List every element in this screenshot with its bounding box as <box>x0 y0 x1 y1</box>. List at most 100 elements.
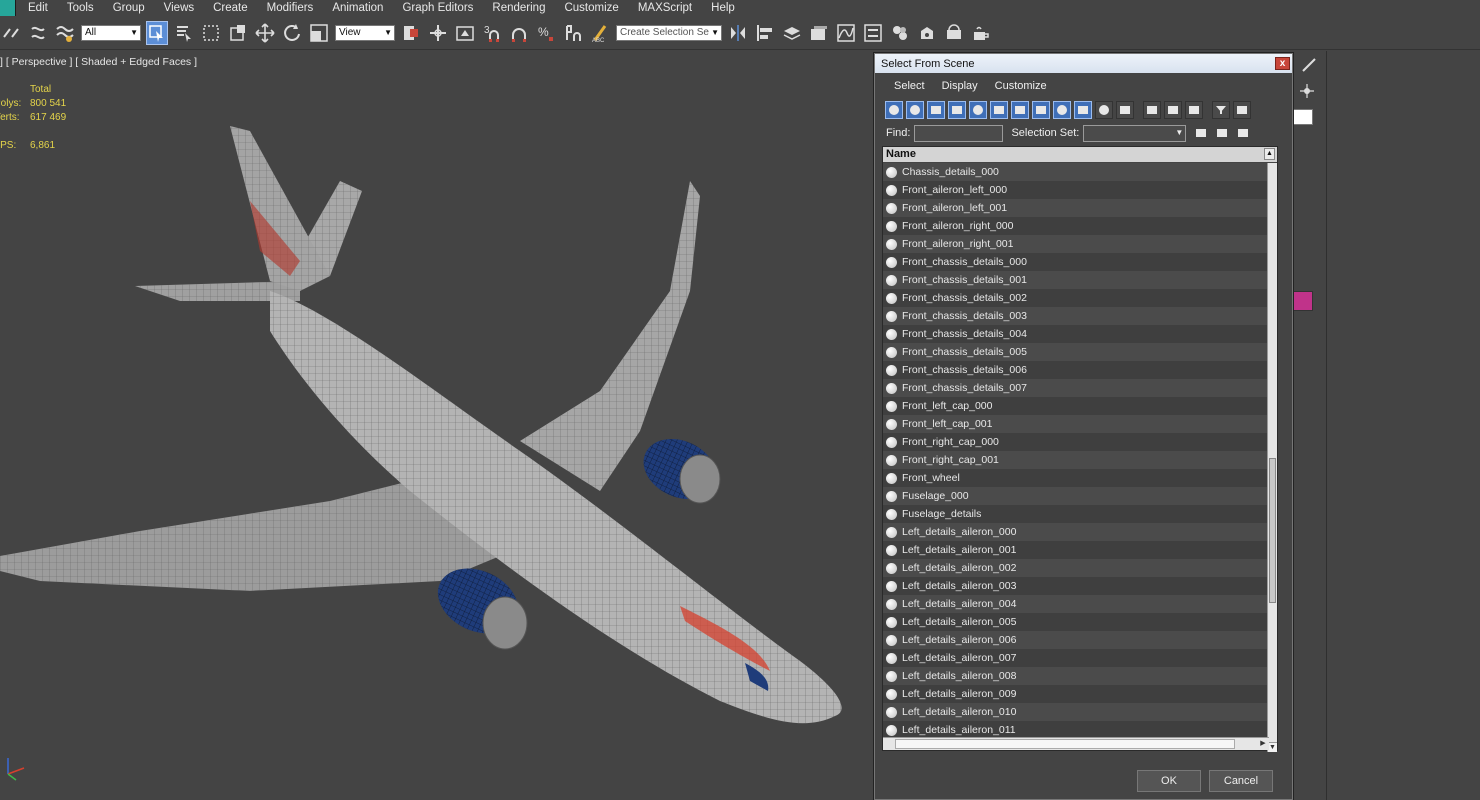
object-list[interactable]: Name ▲ Chassis_details_000 Front_aileron_… <box>882 146 1278 752</box>
list-item[interactable]: Front_left_cap_001 <box>883 415 1269 433</box>
keyboard-shortcut-override-icon[interactable] <box>454 21 476 45</box>
list-item[interactable]: Left_details_aileron_006 <box>883 631 1269 649</box>
list-item[interactable]: Left_details_aileron_010 <box>883 703 1269 721</box>
list-item[interactable]: Left_details_aileron_002 <box>883 559 1269 577</box>
layer-manager-icon[interactable] <box>781 21 803 45</box>
list-item[interactable]: Front_chassis_details_006 <box>883 361 1269 379</box>
pivot-point-icon[interactable] <box>400 21 422 45</box>
display-shapes-icon[interactable] <box>906 101 924 119</box>
list-item[interactable]: Front_chassis_details_005 <box>883 343 1269 361</box>
scale-icon[interactable] <box>308 21 330 45</box>
dialog-menu-customize[interactable]: Customize <box>995 80 1047 92</box>
menu-maxscript[interactable]: MAXScript <box>638 2 692 14</box>
menu-edit[interactable]: Edit <box>28 2 48 14</box>
move-icon[interactable] <box>254 21 276 45</box>
display-helpers-icon[interactable] <box>969 101 987 119</box>
list-item[interactable]: Chassis_details_000 <box>883 163 1269 181</box>
menu-views[interactable]: Views <box>164 2 194 14</box>
render-frame-window-icon[interactable] <box>943 21 965 45</box>
vertical-scrollbar-thumb[interactable] <box>1269 458 1276 603</box>
display-hidden-icon[interactable] <box>1116 101 1134 119</box>
window-crossing-icon[interactable] <box>227 21 249 45</box>
list-item[interactable]: Front_right_cap_000 <box>883 433 1269 451</box>
display-geometry-icon[interactable] <box>885 101 903 119</box>
display-none-icon[interactable] <box>1164 101 1182 119</box>
unlink-icon[interactable] <box>27 21 49 45</box>
list-item[interactable]: Left_details_aileron_008 <box>883 667 1269 685</box>
menu-graph-editors[interactable]: Graph Editors <box>402 2 473 14</box>
list-item[interactable]: Fuselage_details <box>883 505 1269 523</box>
display-frozen-icon[interactable] <box>1095 101 1113 119</box>
vertical-scrollbar[interactable]: ▼ <box>1267 163 1277 752</box>
display-groups-icon[interactable] <box>1011 101 1029 119</box>
render-setup-icon[interactable] <box>916 21 938 45</box>
list-item[interactable]: Left_details_aileron_000 <box>883 523 1269 541</box>
list-item[interactable]: Front_chassis_details_000 <box>883 253 1269 271</box>
scroll-up-icon[interactable]: ▲ <box>1264 148 1275 160</box>
display-lights-icon[interactable] <box>927 101 945 119</box>
menu-help[interactable]: Help <box>711 2 735 14</box>
list-item[interactable]: Left_details_aileron_005 <box>883 613 1269 631</box>
selection-filter-dropdown[interactable]: All ▼ <box>81 24 141 41</box>
scroll-right-icon[interactable]: ▶ <box>1257 738 1269 750</box>
list-item[interactable]: Front_aileron_right_000 <box>883 217 1269 235</box>
rectangular-selection-icon[interactable] <box>200 21 222 45</box>
angle-snap-icon[interactable] <box>508 21 530 45</box>
modifier-list-dropdown[interactable] <box>1293 109 1313 125</box>
material-editor-icon[interactable] <box>889 21 911 45</box>
horizontal-scrollbar[interactable]: ▶ <box>883 737 1269 750</box>
list-item[interactable]: Front_chassis_details_007 <box>883 379 1269 397</box>
select-by-name-icon[interactable] <box>173 21 195 45</box>
select-manipulate-icon[interactable] <box>427 21 449 45</box>
reference-coordinate-dropdown[interactable]: View ▼ <box>335 24 395 41</box>
color-swatch[interactable] <box>1293 291 1313 311</box>
viewport-label[interactable]: ] [ Perspective ] [ Shaded + Edged Faces… <box>0 56 197 68</box>
list-item[interactable]: Front_aileron_left_001 <box>883 199 1269 217</box>
filter-icon[interactable] <box>1212 101 1230 119</box>
menu-tools[interactable]: Tools <box>67 2 94 14</box>
scene-explorer-icon[interactable] <box>808 21 830 45</box>
list-item[interactable]: Left_details_aileron_011 <box>883 721 1269 738</box>
menu-group[interactable]: Group <box>113 2 145 14</box>
display-space-warps-icon[interactable] <box>990 101 1008 119</box>
perspective-viewport[interactable]: ] [ Perspective ] [ Shaded + Edged Faces… <box>0 51 873 800</box>
add-to-selection-set-icon[interactable] <box>1213 124 1231 142</box>
list-item[interactable]: Front_aileron_left_000 <box>883 181 1269 199</box>
display-containers-icon[interactable] <box>1074 101 1092 119</box>
display-cameras-icon[interactable] <box>948 101 966 119</box>
display-bones-icon[interactable] <box>1053 101 1071 119</box>
remove-from-selection-set-icon[interactable] <box>1234 124 1252 142</box>
create-selection-set-icon[interactable] <box>1192 124 1210 142</box>
mirror-icon[interactable] <box>727 21 749 45</box>
menu-create[interactable]: Create <box>213 2 248 14</box>
list-item[interactable]: Front_wheel <box>883 469 1269 487</box>
list-item[interactable]: Front_chassis_details_003 <box>883 307 1269 325</box>
edit-named-selection-icon[interactable]: ABC <box>589 21 611 45</box>
dialog-menu-select[interactable]: Select <box>894 80 925 92</box>
menu-customize[interactable]: Customize <box>564 2 618 14</box>
list-item[interactable]: Front_left_cap_000 <box>883 397 1269 415</box>
list-item[interactable]: Left_details_aileron_007 <box>883 649 1269 667</box>
select-object-icon[interactable] <box>146 20 168 45</box>
display-invert-icon[interactable] <box>1185 101 1203 119</box>
list-item[interactable]: Left_details_aileron_003 <box>883 577 1269 595</box>
list-item[interactable]: Fuselage_000 <box>883 487 1269 505</box>
ok-button[interactable]: OK <box>1137 770 1201 792</box>
cancel-button[interactable]: Cancel <box>1209 770 1273 792</box>
advanced-filter-icon[interactable] <box>1233 101 1251 119</box>
list-item[interactable]: Front_chassis_details_004 <box>883 325 1269 343</box>
percent-snap-icon[interactable]: % <box>535 21 557 45</box>
scroll-down-icon[interactable]: ▼ <box>1268 742 1277 752</box>
list-item[interactable]: Front_aileron_right_001 <box>883 235 1269 253</box>
menu-modifiers[interactable]: Modifiers <box>267 2 314 14</box>
list-item[interactable]: Left_details_aileron_009 <box>883 685 1269 703</box>
snap-toggle-icon[interactable]: 3 <box>481 21 503 45</box>
named-selection-sets-dropdown[interactable]: Create Selection Se ▼ <box>616 24 722 41</box>
close-icon[interactable]: x <box>1275 57 1290 70</box>
find-input[interactable] <box>914 124 1004 142</box>
align-icon[interactable] <box>754 21 776 45</box>
curve-editor-icon[interactable] <box>835 21 857 45</box>
display-all-icon[interactable] <box>1143 101 1161 119</box>
horizontal-scrollbar-thumb[interactable] <box>895 739 1235 749</box>
menu-animation[interactable]: Animation <box>332 2 383 14</box>
